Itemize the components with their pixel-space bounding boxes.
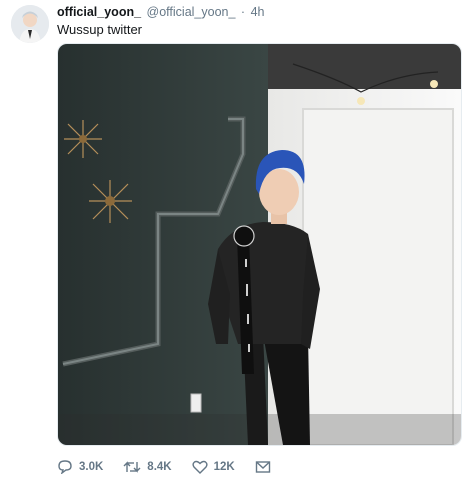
display-name[interactable]: official_yoon_ — [57, 5, 141, 19]
tweet-text: Wussup twitter — [57, 22, 143, 37]
avatar[interactable] — [11, 5, 49, 43]
retweet-button[interactable]: 8.4K — [123, 460, 172, 474]
timestamp[interactable]: 4h — [251, 5, 265, 19]
retweet-count: 8.4K — [147, 461, 172, 473]
like-count: 12K — [213, 461, 235, 473]
like-button[interactable]: 12K — [192, 460, 235, 474]
like-icon — [192, 460, 208, 474]
user-handle[interactable]: @official_yoon_ — [147, 5, 236, 19]
reply-icon — [58, 460, 72, 474]
tweet-photo[interactable] — [57, 43, 462, 446]
tweet[interactable]: official_yoon_ @official_yoon_ · 4h Wuss… — [0, 0, 468, 482]
reply-count: 3.0K — [79, 461, 104, 473]
message-button[interactable] — [255, 460, 277, 474]
reply-button[interactable]: 3.0K — [57, 460, 103, 474]
tweet-actions: 3.0K 8.4K 12K — [57, 458, 297, 476]
photo-image — [58, 44, 461, 445]
message-icon — [255, 461, 270, 473]
retweet-icon — [123, 461, 141, 473]
tweet-header: official_yoon_ @official_yoon_ · 4h — [57, 5, 264, 19]
avatar-image — [11, 5, 49, 43]
separator: · — [240, 5, 246, 19]
